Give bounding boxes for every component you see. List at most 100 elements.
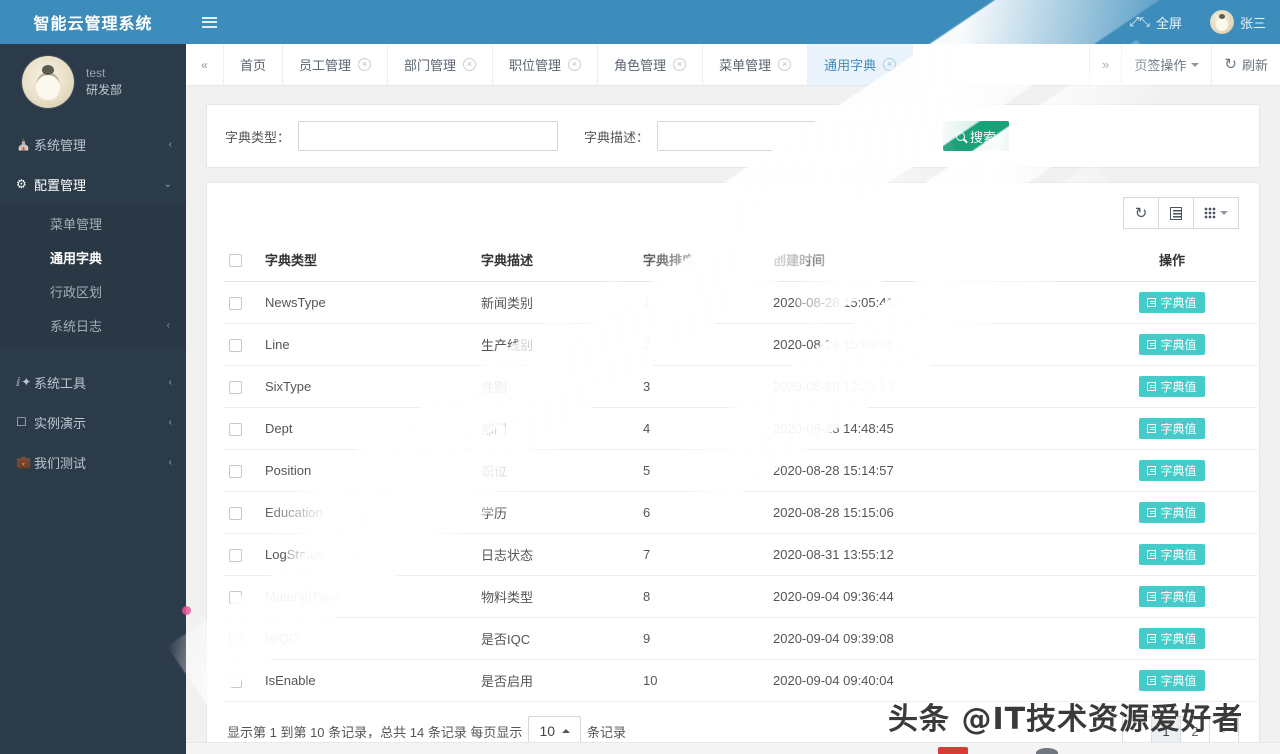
dict-values-button[interactable]: 字典值: [1139, 670, 1205, 691]
table-row[interactable]: LogStatus 日志状态 7 2020-08-31 13:55:12 字典值: [223, 533, 1257, 576]
row-checkbox[interactable]: [229, 339, 242, 353]
sidebar-subitem-label: 行政区划: [50, 284, 103, 300]
column-header-create-time[interactable]: 创建时间: [767, 241, 1087, 282]
dict-values-button[interactable]: 字典值: [1139, 418, 1205, 439]
table-row[interactable]: Education 学历 6 2020-08-28 15:15:06 字典值: [223, 491, 1257, 534]
avatar-icon: [1209, 10, 1234, 34]
tab-department-management[interactable]: 部门管理 ×: [388, 44, 494, 85]
tab-employee-management[interactable]: 员工管理 ×: [283, 44, 389, 85]
close-icon[interactable]: ×: [463, 58, 477, 71]
dict-values-button[interactable]: 字典值: [1139, 376, 1205, 397]
page-size-value: 10: [539, 723, 556, 739]
cell-dict-desc: 是否启用: [475, 659, 637, 702]
sidebar-item-system-management[interactable]: ⛪ 系统管理 ‹: [0, 124, 186, 164]
row-checkbox[interactable]: [229, 675, 242, 689]
column-header-dict-type[interactable]: 字典类型: [259, 241, 475, 282]
column-header-dict-sort[interactable]: 字典排序: [637, 241, 767, 282]
sidebar-user-name: test: [86, 65, 106, 80]
hamburger-icon[interactable]: [186, 0, 232, 44]
cell-dict-sort: 10: [637, 659, 767, 702]
sidebar-item-common-dictionary[interactable]: 通用字典: [0, 240, 186, 274]
close-icon[interactable]: ×: [673, 58, 687, 71]
refresh-button[interactable]: ↻ 刷新: [1212, 44, 1280, 85]
table-row[interactable]: MaterialType 物料类型 8 2020-09-04 09:36:44 …: [223, 575, 1257, 618]
table-view-toggle-button[interactable]: [1158, 197, 1194, 229]
cell-dict-desc: 是否IQC: [475, 617, 637, 660]
dict-values-button[interactable]: 字典值: [1139, 460, 1205, 481]
cell-dict-type: IsIQC: [259, 617, 475, 660]
tab-position-management[interactable]: 职位管理 ×: [493, 44, 599, 85]
dict-type-input[interactable]: [298, 121, 559, 151]
dict-values-label: 字典值: [1160, 464, 1197, 478]
fullscreen-button[interactable]: ⤢⤡ 全屏: [1115, 0, 1196, 44]
row-checkbox[interactable]: [229, 507, 242, 521]
user-menu-button[interactable]: 张三: [1196, 0, 1280, 44]
table-row[interactable]: NewsType 新闻类别 1 2020-08-28 15:05:41 字典值: [223, 281, 1257, 324]
sidebar-item-menu-management[interactable]: 菜单管理: [0, 206, 186, 240]
double-chevron-right-icon[interactable]: »: [1090, 44, 1123, 85]
tab-menu-management[interactable]: 菜单管理 ×: [703, 44, 809, 85]
cell-dict-desc: 物料类型: [475, 575, 637, 618]
table-row[interactable]: SixType 性别 3 2020-08-28 12:23:13 字典值: [223, 365, 1257, 408]
tab-label: 首页: [240, 58, 267, 73]
row-checkbox[interactable]: [229, 381, 242, 395]
sidebar-item-demo[interactable]: ☐ 实例演示 ‹: [0, 402, 186, 442]
dict-values-button[interactable]: 字典值: [1139, 334, 1205, 355]
table-columns-button[interactable]: [1193, 197, 1239, 229]
row-checkbox[interactable]: [229, 465, 242, 479]
tab-label: 角色管理: [614, 58, 667, 73]
cell-dict-desc: 职位: [475, 449, 637, 492]
table-refresh-button[interactable]: ↻: [1123, 197, 1159, 229]
chevron-down-icon: [1220, 211, 1228, 215]
tab-operations-button[interactable]: 页签操作: [1122, 44, 1213, 85]
close-icon[interactable]: ×: [778, 58, 792, 71]
tab-label: 通用字典: [824, 58, 877, 73]
close-icon[interactable]: ×: [568, 58, 582, 71]
content-area: 字典类型： 字典描述： 搜索 ↻ 字典类型 字典描述 字典排序 创建时间 操作 …: [186, 86, 1280, 754]
dict-values-button[interactable]: 字典值: [1139, 502, 1205, 523]
tab-common-dictionary[interactable]: 通用字典 ×: [808, 44, 914, 85]
table-row[interactable]: IsIQC 是否IQC 9 2020-09-04 09:39:08 字典值: [223, 617, 1257, 660]
cell-dict-desc: 新闻类别: [475, 281, 637, 324]
column-header-dict-desc[interactable]: 字典描述: [475, 241, 637, 282]
row-checkbox[interactable]: [229, 591, 242, 605]
sidebar-user-panel[interactable]: test 研发部: [0, 44, 186, 120]
tab-role-management[interactable]: 角色管理 ×: [598, 44, 704, 85]
sidebar-nav: ⛪ 系统管理 ‹ ⚙ 配置管理 ⌄ 菜单管理 通用字典 行政区划 系统日志 ‹ …: [0, 124, 186, 482]
user-name-label: 张三: [1239, 15, 1266, 31]
dict-values-button[interactable]: 字典值: [1139, 628, 1205, 649]
sidebar-subitem-label: 菜单管理: [50, 216, 103, 232]
table-row[interactable]: Line 生产线别 2 2020-08-28 15:09:05 字典值: [223, 323, 1257, 366]
row-checkbox[interactable]: [229, 423, 242, 437]
search-button[interactable]: 搜索: [943, 121, 1010, 151]
cell-dict-type: LogStatus: [259, 533, 475, 576]
row-checkbox[interactable]: [229, 297, 242, 311]
cell-create-time: 2020-08-28 12:23:13: [767, 365, 1087, 408]
sidebar-item-our-test[interactable]: 💼 我们测试 ‹: [0, 442, 186, 482]
cell-dict-sort: 3: [637, 365, 767, 408]
dict-values-button[interactable]: 字典值: [1139, 544, 1205, 565]
tab-home[interactable]: 首页: [224, 44, 284, 85]
app-root: 智能云管理系统 test 研发部 ⛪ 系统管理 ‹ ⚙ 配置管理 ⌄ 菜单管理: [0, 0, 1280, 754]
sidebar-item-label: 系统管理: [34, 137, 87, 153]
tab-label: 菜单管理: [719, 58, 772, 73]
cell-dict-type: Line: [259, 323, 475, 366]
dict-type-label: 字典类型：: [225, 129, 291, 145]
table-row[interactable]: Position 职位 5 2020-08-28 15:14:57 字典值: [223, 449, 1257, 492]
tab-operations-label: 页签操作: [1134, 58, 1187, 73]
close-icon[interactable]: ×: [358, 58, 372, 71]
dict-values-button[interactable]: 字典值: [1139, 292, 1205, 313]
dict-desc-input[interactable]: [657, 121, 918, 151]
select-all-checkbox[interactable]: [229, 254, 242, 268]
cell-create-time: 2020-08-28 15:05:41: [767, 281, 1087, 324]
close-icon[interactable]: ×: [883, 58, 897, 71]
row-checkbox[interactable]: [229, 633, 242, 647]
sidebar-item-system-tools[interactable]: ⅈ ✦ 系统工具 ‹: [0, 362, 186, 402]
row-checkbox[interactable]: [229, 549, 242, 563]
sidebar-item-system-log[interactable]: 系统日志 ‹: [0, 308, 186, 342]
double-chevron-left-icon[interactable]: «: [186, 44, 224, 85]
sidebar-item-config-management[interactable]: ⚙ 配置管理 ⌄: [0, 164, 186, 204]
table-row[interactable]: Dept 部门 4 2020-08-28 14:48:45 字典值: [223, 407, 1257, 450]
dict-values-button[interactable]: 字典值: [1139, 586, 1205, 607]
sidebar-item-administrative-divisions[interactable]: 行政区划: [0, 274, 186, 308]
